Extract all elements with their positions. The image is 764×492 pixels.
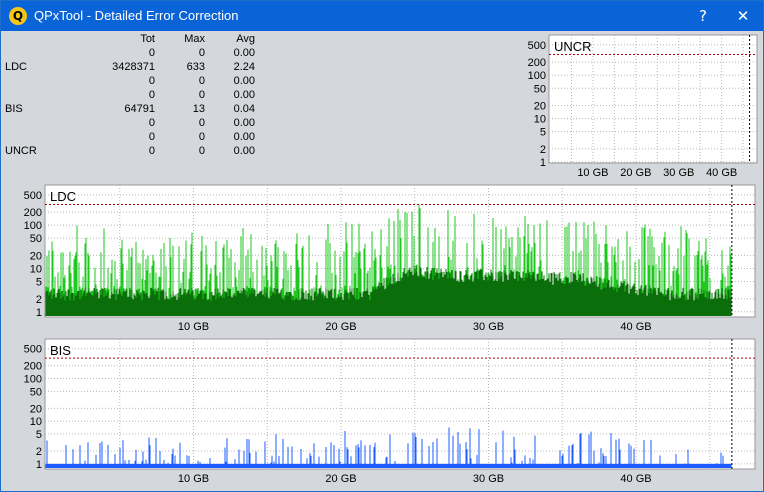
chart-ldc: 12 5 1020 50100200 500 10 GB 20 GB 30 GB 40 GB LD… [24, 184, 756, 333]
chart-title: LDC [50, 189, 76, 204]
y-tick-label: 5 [540, 127, 546, 139]
x-tick-label: 20 GB [325, 473, 356, 485]
x-tick-label: 20 GB [325, 321, 356, 333]
y-tick-label: 200 [24, 361, 42, 373]
y-tick-label: 500 [24, 344, 42, 356]
y-tick-label: 2 [36, 446, 42, 458]
y-tick-label: 50 [534, 83, 546, 95]
close-button[interactable]: ✕ [723, 1, 763, 31]
x-tick-label: 40 GB [620, 473, 651, 485]
chart-title: UNCR [554, 39, 592, 54]
y-tick-label: 100 [24, 374, 42, 386]
chart-title: BIS [50, 343, 71, 358]
x-tick-label: 40 GB [620, 321, 651, 333]
y-tick-label: 50 [30, 233, 42, 245]
title-bar[interactable]: Q QPxTool - Detailed Error Correction ? … [1, 1, 763, 31]
y-tick-label: 500 [528, 40, 546, 52]
x-tick-label: 30 GB [473, 473, 504, 485]
x-tick-label: 40 GB [706, 167, 737, 179]
y-tick-label: 1 [36, 459, 42, 471]
chart-uncr: 12 51020 50100200 500 10 GB 20 GB 30 GB 40 GB UN… [528, 34, 758, 179]
y-tick-label: 2 [540, 144, 546, 156]
y-tick-label: 50 [30, 386, 42, 398]
y-tick-label: 20 [534, 101, 546, 113]
x-tick-label: 10 GB [178, 473, 209, 485]
charts-canvas: 12510205010020050010 GB 20 GB 30 GB 40 GBUN… [24, 34, 758, 485]
x-tick-label: 10 GB [178, 321, 209, 333]
y-tick-label: 200 [24, 207, 42, 219]
y-tick-label: 20 [30, 250, 42, 262]
y-tick-label: 100 [528, 70, 546, 82]
help-button[interactable]: ? [683, 1, 723, 31]
y-tick-label: 100 [24, 220, 42, 232]
chart-bis: 12 51020 50100200 500 10 GB 20 GB 30 GB 40 GB BI… [24, 338, 756, 485]
y-tick-label: 500 [24, 190, 42, 202]
y-tick-label: 2 [36, 294, 42, 306]
y-tick-label: 1 [36, 307, 42, 319]
y-tick-label: 20 [30, 403, 42, 415]
y-tick-label: 10 [30, 416, 42, 428]
y-tick-label: 5 [36, 277, 42, 289]
y-tick-label: 200 [528, 57, 546, 69]
x-tick-label: 10 GB [577, 167, 608, 179]
y-tick-label: 10 [30, 263, 42, 275]
x-tick-label: 20 GB [620, 167, 651, 179]
y-tick-label: 5 [36, 429, 42, 441]
plot-area [44, 338, 756, 470]
y-tick-label: 1 [540, 157, 546, 169]
main-window: Q QPxTool - Detailed Error Correction ? … [0, 0, 764, 492]
window-title: QPxTool - Detailed Error Correction [34, 8, 239, 23]
app-icon: Q [9, 7, 27, 25]
y-tick-label: 10 [534, 114, 546, 126]
x-tick-label: 30 GB [473, 321, 504, 333]
x-tick-label: 30 GB [663, 167, 694, 179]
